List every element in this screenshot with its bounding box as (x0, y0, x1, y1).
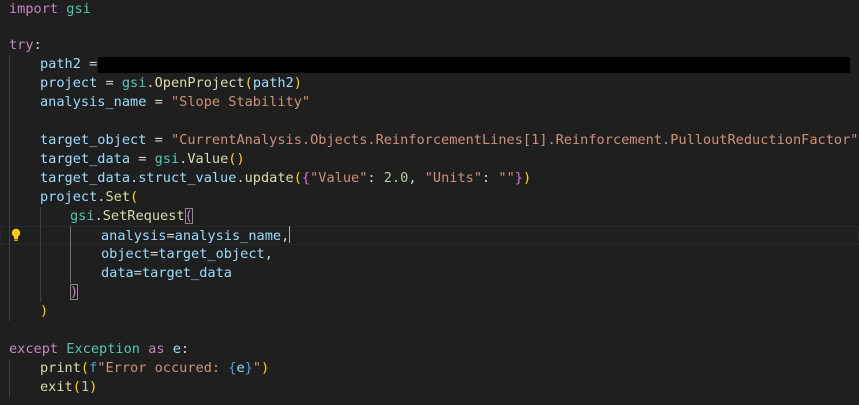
indent-guide (40, 245, 41, 264)
indent-guide (40, 207, 41, 226)
matching-bracket-open: ( (184, 208, 193, 224)
code-line-4[interactable]: path2 = (0, 55, 859, 74)
indent-guide (9, 245, 10, 264)
code-line-8[interactable]: target_object = "CurrentAnalysis.Objects… (0, 131, 859, 150)
indent-guide (9, 226, 10, 245)
module-name: gsi (66, 1, 91, 17)
code-line-16[interactable]: ) (0, 283, 859, 302)
indent-guide (9, 302, 10, 321)
keyword-import: import (9, 1, 59, 17)
code-editor[interactable]: import gsi try: path2 = project = gsi.Op… (0, 0, 859, 405)
code-line-15[interactable]: data=target_data (0, 264, 859, 283)
code-line-12[interactable]: gsi.SetRequest( (0, 207, 859, 226)
code-line-21[interactable]: exit(1) (0, 378, 859, 397)
code-line-14[interactable]: object=target_object, (0, 245, 859, 264)
redacted-block (98, 57, 850, 73)
indent-guide (9, 378, 10, 397)
code-line-10[interactable]: target_data.struct_value.update({"Value"… (0, 169, 859, 188)
indent-guide-active (70, 264, 71, 283)
code-line-3[interactable]: try: (0, 36, 859, 55)
code-line-17[interactable]: ) (0, 302, 859, 321)
indent-guide (9, 169, 10, 188)
indent-guide (40, 226, 41, 245)
indent-guide-active (70, 226, 71, 245)
indent-guide (9, 207, 10, 226)
indent-guide (9, 131, 10, 150)
indent-guide (9, 93, 10, 112)
text-cursor (289, 226, 291, 243)
indent-guide-active (70, 245, 71, 264)
variable-path2: path2 (40, 56, 81, 72)
lightbulb-icon[interactable] (11, 228, 21, 242)
code-line-20[interactable]: print(f"Error occured: {e}") (0, 359, 859, 378)
indent-guide (9, 74, 10, 93)
code-line-7[interactable] (0, 112, 859, 131)
indent-guide (9, 55, 10, 74)
keyword-except: except (9, 341, 59, 357)
code-line-19[interactable]: except Exception as e: (0, 340, 859, 359)
indent-guide (9, 283, 10, 302)
indent-guide (9, 112, 10, 131)
indent-guide (9, 150, 10, 169)
code-line-5[interactable]: project = gsi.OpenProject(path2) (0, 74, 859, 93)
indent-guide (40, 283, 41, 302)
indent-guide (9, 359, 10, 378)
matching-bracket-close: ) (70, 284, 79, 300)
code-line-6[interactable]: analysis_name = "Slope Stability" (0, 93, 859, 112)
code-line-1[interactable]: import gsi (0, 0, 859, 19)
keyword-try: try (9, 37, 34, 53)
code-line-9[interactable]: target_data = gsi.Value() (0, 150, 859, 169)
indent-guide (9, 264, 10, 283)
indent-guide (9, 188, 10, 207)
indent-guide (40, 264, 41, 283)
code-line-11[interactable]: project.Set( (0, 188, 859, 207)
code-line-13[interactable]: analysis=analysis_name, (0, 226, 859, 245)
